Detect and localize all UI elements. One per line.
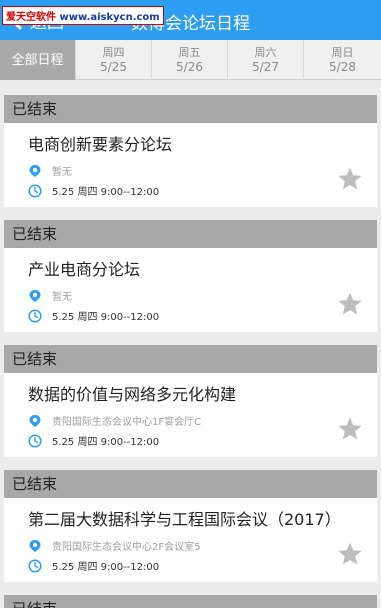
tab-weekday: 周六: [254, 46, 277, 59]
event-time: 5.25 周四 9:00--12:00: [52, 437, 160, 448]
event-location-row: 暂无: [28, 288, 72, 303]
status-header: 已结束: [4, 345, 377, 373]
location-pin-icon: [29, 164, 41, 177]
tab-label: 全部日程: [11, 52, 64, 68]
event-location-row: 贵阳国际生态会议中心2F会议室5: [28, 538, 200, 553]
clock-icon: [28, 308, 42, 323]
event-time-row: 5.25 周四 9:00--12:00: [28, 558, 159, 573]
status-header: 已结束: [4, 595, 377, 608]
tab-date: 5/28: [329, 60, 356, 74]
event-time-row: 5.25 周四 9:00--12:00: [28, 183, 159, 198]
event-title: 产业电商分论坛: [28, 260, 141, 279]
star-icon[interactable]: [337, 541, 363, 567]
event-card[interactable]: 电商创新要素分论坛 暂无 5.25 周四 9:00--12:00: [4, 123, 377, 207]
event-location: 暂无: [52, 167, 72, 178]
event-location-row: 贵阳国际生态会议中心1F宴会厅C: [28, 413, 201, 428]
watermark-url: www.aiskycn.com: [59, 12, 160, 23]
event-card[interactable]: 数据的价值与网络多元化构建 贵阳国际生态会议中心1F宴会厅C 5.25 周四 9…: [4, 373, 377, 457]
event-card[interactable]: 产业电商分论坛 暂无 5.25 周四 9:00--12:00: [4, 248, 377, 332]
event-time-row: 5.25 周四 9:00--12:00: [28, 308, 159, 323]
event-title: 电商创新要素分论坛: [28, 135, 173, 154]
schedule-section: 已结束 电商创新要素分论坛 暂无 5.25 周四 9:00--12:00: [4, 95, 377, 207]
schedule-section: 已结束 第二届大数据科学与工程国际会议（2017） 贵阳国际生态会议中心2F会议…: [4, 470, 377, 582]
tab-weekday: 周日: [331, 46, 354, 59]
event-time: 5.25 周四 9:00--12:00: [52, 562, 160, 573]
event-time: 5.25 周四 9:00--12:00: [52, 187, 160, 198]
star-icon[interactable]: [337, 166, 363, 192]
schedule-section: 已结束: [4, 595, 377, 608]
tab-date: 5/27: [252, 60, 279, 74]
schedule-section: 已结束 产业电商分论坛 暂无 5.25 周四 9:00--12:00: [4, 220, 377, 332]
tab-date: 5/25: [100, 60, 127, 74]
clock-icon: [28, 558, 42, 573]
event-location: 暂无: [52, 292, 72, 303]
watermark: 爱天空软件 www.aiskycn.com: [2, 6, 164, 25]
date-tabs: 全部日程 周四 5/25 周五 5/26 周六 5/27 周日 5/28: [0, 40, 381, 80]
event-location: 贵阳国际生态会议中心1F宴会厅C: [52, 417, 202, 428]
tab-weekday: 周四: [102, 46, 125, 59]
watermark-text: 爱天空软件: [6, 12, 56, 23]
tab-day-fri[interactable]: 周五 5/26: [152, 40, 228, 80]
tab-day-sun[interactable]: 周日 5/28: [304, 40, 381, 80]
location-pin-icon: [29, 289, 41, 302]
tab-all-schedule[interactable]: 全部日程: [0, 40, 76, 80]
status-header: 已结束: [4, 95, 377, 123]
tab-day-sat[interactable]: 周六 5/27: [228, 40, 304, 80]
star-icon[interactable]: [337, 416, 363, 442]
schedule-section: 已结束 数据的价值与网络多元化构建 贵阳国际生态会议中心1F宴会厅C 5.25 …: [4, 345, 377, 457]
event-title: 数据的价值与网络多元化构建: [28, 385, 237, 404]
location-pin-icon: [29, 539, 41, 552]
tab-weekday: 周五: [178, 46, 201, 59]
status-header: 已结束: [4, 220, 377, 248]
event-time-row: 5.25 周四 9:00--12:00: [28, 433, 159, 448]
event-location-row: 暂无: [28, 163, 72, 178]
clock-icon: [28, 433, 42, 448]
star-icon[interactable]: [337, 291, 363, 317]
tab-date: 5/26: [176, 60, 203, 74]
location-pin-icon: [29, 414, 41, 427]
clock-icon: [28, 183, 42, 198]
event-title: 第二届大数据科学与工程国际会议（2017）: [28, 510, 341, 529]
event-card[interactable]: 第二届大数据科学与工程国际会议（2017） 贵阳国际生态会议中心2F会议室5 5…: [4, 498, 377, 582]
event-location: 贵阳国际生态会议中心2F会议室5: [52, 542, 201, 553]
status-header: 已结束: [4, 470, 377, 498]
tab-day-thu[interactable]: 周四 5/25: [76, 40, 152, 80]
event-time: 5.25 周四 9:00--12:00: [52, 312, 160, 323]
schedule-list: 已结束 电商创新要素分论坛 暂无 5.25 周四 9:00--12:00 已结束…: [4, 95, 377, 608]
